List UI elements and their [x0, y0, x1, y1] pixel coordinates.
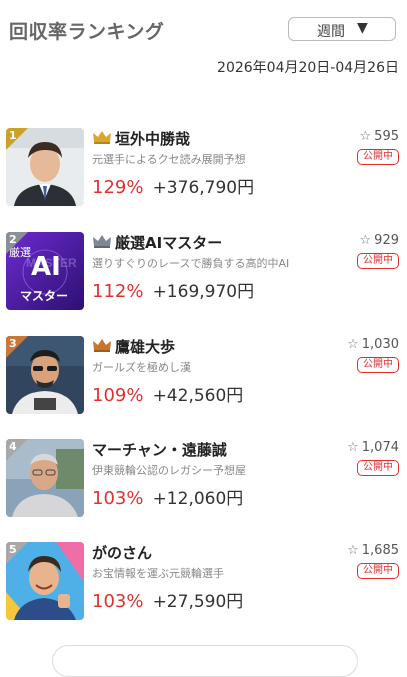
predictor-name[interactable]: 鷹雄大歩 [115, 336, 175, 357]
status-badge: 公開中 [357, 460, 399, 476]
ranking-row[interactable]: 5 がのさん お宝情報を運ぶ元競輪選手 103% +27,590円 ☆ 1,685… [0, 542, 407, 622]
predictor-photo[interactable]: 3 [6, 336, 84, 414]
thumb-sub-text: マスター [20, 289, 69, 303]
return-rate: 103% [92, 591, 144, 612]
status-badge: 公開中 [357, 563, 399, 579]
predictor-description: 元選手によるクセ読み展開予想 [92, 153, 246, 166]
ranking-row[interactable]: 1 垣外中勝哉 元選手によるクセ読み展開予想 129% +376,790円 ☆ 5… [0, 128, 407, 208]
return-rate: 112% [92, 281, 144, 302]
predictor-description: ガールズを極めし漢 [92, 361, 191, 374]
return-rate: 103% [92, 488, 144, 509]
star-icon: ☆ [347, 337, 359, 352]
gold-crown-icon [93, 131, 111, 144]
ranking-row[interactable]: 4 マーチャン・遠藤誠 伊東競輪公認のレガシー予想屋 103% +12,060円… [0, 439, 407, 519]
rank-number: 4 [9, 440, 17, 453]
predictor-description: 伊東競輪公認のレガシー予想屋 [92, 464, 246, 477]
status-badge: 公開中 [357, 357, 399, 373]
period-dropdown[interactable]: 週間 ▼ [288, 17, 396, 41]
predictor-photo[interactable]: 5 [6, 542, 84, 620]
date-range: 2026年04月20日-04月26日 [217, 60, 399, 76]
predictor-name[interactable]: がのさん [92, 542, 152, 563]
favorite-count[interactable]: ☆ 595 [360, 129, 399, 144]
favorite-count[interactable]: ☆ 1,030 [347, 337, 399, 352]
status-badge: 公開中 [357, 149, 399, 165]
stats: 103% +12,060円 [92, 484, 243, 509]
star-icon: ☆ [347, 543, 359, 558]
star-icon: ☆ [359, 129, 372, 144]
rank-number: 1 [9, 129, 17, 142]
triangle-down-icon: ▼ [357, 20, 368, 36]
star-icon: ☆ [359, 233, 372, 248]
favorite-count[interactable]: ☆ 1,685 [347, 543, 399, 558]
profit-amount: +376,790円 [152, 178, 255, 198]
predictor-name[interactable]: 厳選AIマスター [115, 232, 222, 253]
star-icon: ☆ [347, 440, 359, 455]
rank-number: 2 [9, 233, 17, 246]
ranking-row[interactable]: MASTER 厳選 AI マスター 2 厳選AIマスター 選りすぐりのレースで勝… [0, 232, 407, 312]
silver-crown-icon [93, 235, 111, 248]
predictor-description: 選りすぐりのレースで勝負する高的中AI [92, 257, 290, 270]
more-button[interactable] [52, 645, 358, 677]
period-selected-label: 週間 [317, 24, 345, 40]
profit-amount: +169,970円 [152, 282, 255, 302]
stats: 112% +169,970円 [92, 277, 254, 302]
page-title: 回収率ランキング [9, 21, 165, 43]
ranking-row[interactable]: 3 鷹雄大歩 ガールズを極めし漢 109% +42,560円 ☆ 1,030 公開… [0, 336, 407, 416]
rank-number: 3 [9, 337, 17, 350]
stats: 103% +27,590円 [92, 587, 243, 612]
thumb-ai-text: AI [31, 252, 61, 282]
favorite-count[interactable]: ☆ 929 [360, 233, 399, 248]
predictor-photo[interactable]: MASTER 厳選 AI マスター 2 [6, 232, 84, 310]
predictor-photo[interactable]: 4 [6, 439, 84, 517]
stats: 129% +376,790円 [92, 173, 254, 198]
bronze-crown-icon [93, 339, 111, 352]
predictor-photo[interactable]: 1 [6, 128, 84, 206]
rank-number: 5 [9, 543, 17, 556]
stats: 109% +42,560円 [92, 381, 243, 406]
predictor-name[interactable]: 垣外中勝哉 [115, 128, 190, 149]
return-rate: 109% [92, 385, 144, 406]
status-badge: 公開中 [357, 253, 399, 269]
profit-amount: +42,560円 [152, 386, 244, 406]
predictor-name[interactable]: マーチャン・遠藤誠 [92, 439, 227, 460]
favorite-count[interactable]: ☆ 1,074 [347, 440, 399, 455]
return-rate: 129% [92, 177, 144, 198]
profit-amount: +27,590円 [152, 592, 244, 612]
profit-amount: +12,060円 [152, 489, 244, 509]
predictor-description: お宝情報を運ぶ元競輪選手 [92, 567, 224, 580]
